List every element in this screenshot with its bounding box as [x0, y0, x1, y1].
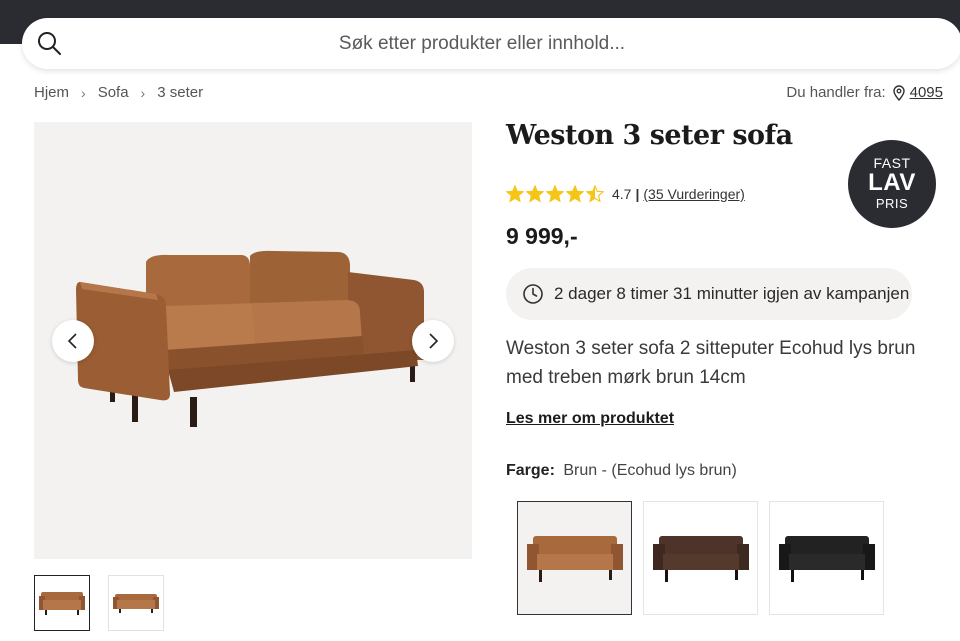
color-swatch-light-brown[interactable] — [517, 501, 632, 615]
chevron-right-icon — [429, 333, 439, 349]
chevron-right-icon: › — [140, 84, 146, 101]
product-description: Weston 3 seter sofa 2 sitteputer Ecohud … — [506, 338, 916, 388]
chevron-right-icon: › — [81, 84, 86, 101]
sofa-image — [76, 250, 424, 427]
product-title: Weston 3 seter sofa — [506, 120, 793, 151]
chevron-left-icon — [67, 333, 77, 349]
sofa-black-image — [778, 536, 875, 582]
thumbnail-1[interactable] — [34, 575, 90, 631]
campaign-countdown: 2 dager 8 timer 31 minutter igjen av kam… — [506, 268, 912, 320]
store-location: Du handler fra: 4095 — [786, 84, 943, 101]
color-selection-label: Farge: Brun - (Ecohud lys brun) — [506, 462, 737, 480]
star-icon — [566, 185, 584, 203]
badge-line-3: PRIS — [875, 196, 909, 211]
color-swatches — [517, 501, 884, 615]
location-label: Du handler fra: — [786, 84, 886, 101]
badge-line-2: LAV — [868, 169, 916, 196]
search-bar[interactable] — [22, 18, 960, 69]
breadcrumb: Hjem › Sofa › 3 seter — [34, 84, 203, 101]
rating-stars — [506, 185, 604, 203]
countdown-text: 2 dager 8 timer 31 minutter igjen av kam… — [554, 284, 910, 303]
star-icon — [506, 185, 524, 203]
color-swatch-dark-brown[interactable] — [643, 501, 758, 615]
thumbnail-2[interactable] — [108, 575, 164, 631]
search-icon[interactable] — [36, 30, 62, 56]
product-rating: 4.7 | (35 Vurderinger) — [506, 185, 745, 203]
thumbnail-strip — [34, 575, 164, 631]
sofa-dark-brown-image — [652, 536, 749, 582]
rating-divider: | — [635, 186, 640, 202]
breadcrumb-home[interactable]: Hjem — [34, 84, 69, 101]
reviews-link[interactable]: (35 Vurderinger) — [643, 186, 744, 202]
location-zip-link[interactable]: 4095 — [910, 84, 943, 101]
star-icon — [546, 185, 564, 203]
clock-icon — [523, 284, 543, 304]
product-main-image — [34, 122, 472, 559]
star-icon — [526, 185, 544, 203]
location-pin-icon — [892, 84, 905, 101]
image-prev-button[interactable] — [52, 320, 94, 362]
sofa-light-brown-image — [526, 536, 623, 582]
color-swatch-black[interactable] — [769, 501, 884, 615]
sofa-thumbnail-image — [113, 594, 159, 613]
fast-lav-pris-badge: FAST LAV PRIS — [848, 140, 936, 228]
breadcrumb-sofa[interactable]: Sofa — [98, 84, 129, 101]
breadcrumb-current: 3 seter — [157, 84, 204, 101]
rating-score: 4.7 — [612, 186, 632, 202]
product-price: 9 999,- — [506, 223, 578, 249]
color-value: Brun - (Ecohud lys brun) — [563, 462, 737, 479]
sofa-thumbnail-image — [39, 592, 85, 615]
image-next-button[interactable] — [412, 320, 454, 362]
star-icon — [586, 185, 604, 203]
color-label: Farge: — [506, 462, 555, 479]
read-more-link[interactable]: Les mer om produktet — [506, 410, 674, 428]
search-input[interactable] — [82, 18, 882, 69]
